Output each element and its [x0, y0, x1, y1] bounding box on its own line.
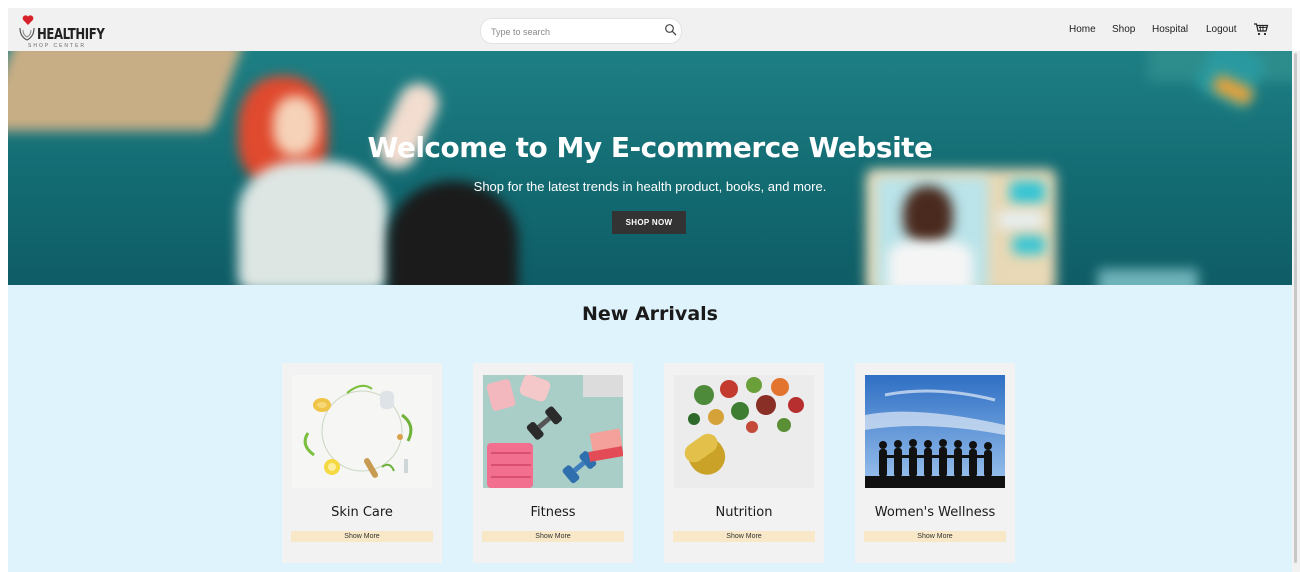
new-arrivals-section: New Arrivals Skin Care Show More Fitness… — [8, 285, 1292, 572]
show-more-button[interactable]: Show More — [291, 531, 433, 542]
show-more-button[interactable]: Show More — [673, 531, 815, 542]
page-scrollbar[interactable] — [1292, 51, 1300, 572]
product-card-womens-wellness[interactable]: Women's Wellness Show More — [855, 363, 1015, 563]
nav-home[interactable]: Home — [1069, 24, 1096, 35]
product-name: Fitness — [530, 505, 576, 520]
hero-bg-left — [8, 51, 245, 131]
brand-name: HEALTHIFY — [37, 25, 105, 43]
product-card-nutrition[interactable]: Nutrition Show More — [664, 363, 824, 563]
site-header: HEALTHIFY SHOP CENTER Home Shop Hospital… — [8, 8, 1292, 52]
shop-now-button[interactable]: SHOP NOW — [612, 211, 686, 234]
hero-doctor-coat — [888, 241, 973, 285]
hero-screen-chat-2 — [998, 211, 1043, 229]
product-name: Nutrition — [715, 505, 773, 520]
scrollbar-thumb[interactable] — [1294, 53, 1297, 563]
show-more-button[interactable]: Show More — [864, 531, 1006, 542]
search-icon[interactable] — [664, 23, 678, 37]
nutrition-image — [674, 375, 814, 488]
skin-care-image — [292, 375, 432, 488]
product-card-skin-care[interactable]: Skin Care Show More — [282, 363, 442, 563]
hero-screen-chat-3 — [1013, 236, 1045, 254]
nav-hospital[interactable]: Hospital — [1152, 24, 1188, 35]
search-input[interactable] — [489, 22, 653, 42]
womens-wellness-image — [865, 375, 1005, 488]
brand-subtitle: SHOP CENTER — [28, 43, 87, 49]
nav-logout[interactable]: Logout — [1206, 24, 1237, 35]
hands-logo-icon — [19, 27, 35, 41]
hero-doctor-head — [903, 186, 953, 246]
fitness-image — [483, 375, 623, 488]
hero-title: Welcome to My E-commerce Website — [367, 131, 933, 164]
top-spacer — [0, 0, 1300, 8]
product-name: Skin Care — [331, 505, 393, 520]
product-name: Women's Wellness — [874, 505, 996, 520]
hero-subtitle: Shop for the latest trends in health pro… — [473, 179, 827, 194]
hero-bg-bottom-right — [1098, 269, 1198, 285]
product-card-fitness[interactable]: Fitness Show More — [473, 363, 633, 563]
show-more-button[interactable]: Show More — [482, 531, 624, 542]
search-box — [480, 18, 682, 44]
cart-icon[interactable] — [1253, 21, 1269, 37]
site-logo[interactable]: HEALTHIFY SHOP CENTER — [18, 14, 138, 49]
nav-shop[interactable]: Shop — [1112, 24, 1135, 35]
hero-woman-legs — [388, 181, 518, 285]
hero-banner: Welcome to My E-commerce Website Shop fo… — [8, 51, 1292, 285]
section-title: New Arrivals — [582, 303, 718, 325]
